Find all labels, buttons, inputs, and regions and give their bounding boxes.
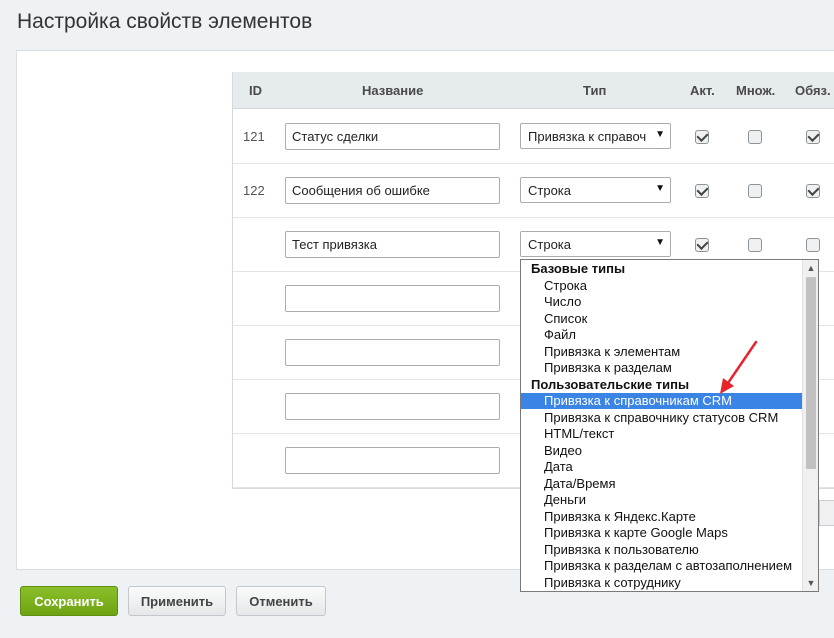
dropdown-option[interactable]: Деньги (521, 492, 803, 508)
property-type-select[interactable]: Строка ▼ (520, 177, 671, 203)
dropdown-option[interactable]: Число (521, 294, 803, 310)
dropdown-group-label: Базовые типы (531, 261, 626, 276)
header-active: Акт. (690, 83, 715, 98)
table-row: 122 Сообщения об ошибке Строка ▼ (233, 164, 834, 218)
property-name-input[interactable]: Статус сделки (285, 123, 500, 150)
chevron-down-icon: ▼ (655, 237, 665, 248)
dropdown-option[interactable]: HTML/текст (521, 426, 803, 442)
property-name-input[interactable]: Сообщения об ошибке (285, 177, 500, 204)
property-type-value: Строка (528, 183, 572, 198)
dropdown-option[interactable]: Дата (521, 459, 803, 475)
header-name: Название (362, 83, 424, 98)
dropdown-group-label: Пользовательские типы (531, 377, 690, 392)
scroll-thumb[interactable] (806, 277, 816, 469)
property-name-input[interactable] (285, 393, 500, 420)
apply-button[interactable]: Применить (128, 586, 226, 616)
dropdown-option[interactable]: Привязка к карте Google Maps (521, 525, 803, 541)
multiple-checkbox[interactable] (748, 184, 762, 198)
dropdown-option[interactable]: Привязка к элементам (521, 344, 803, 360)
dropdown-option[interactable]: Видео (521, 443, 803, 459)
table-header: ID Название Тип Акт. Множ. Обяз. (233, 72, 834, 109)
required-checkbox[interactable] (806, 130, 820, 144)
property-type-value: Строка (528, 237, 572, 252)
scroll-down-icon[interactable]: ▼ (803, 575, 818, 591)
property-name-input[interactable] (285, 285, 500, 312)
multiple-checkbox[interactable] (748, 238, 762, 252)
property-type-select[interactable]: Привязка к справоч ▼ (520, 123, 671, 149)
chevron-down-icon: ▼ (655, 129, 665, 140)
property-type-value: Привязка к справоч (528, 129, 647, 144)
header-required: Обяз. (795, 83, 831, 98)
active-checkbox[interactable] (695, 238, 709, 252)
chevron-down-icon: ▼ (655, 183, 665, 194)
dropdown-option[interactable]: Дата/Время (521, 476, 803, 492)
dropdown-scrollbar[interactable]: ▲ ▼ (802, 260, 818, 591)
dropdown-option[interactable]: Привязка к пользователю (521, 542, 803, 558)
dropdown-option[interactable]: Список (521, 311, 803, 327)
type-dropdown-list[interactable]: Базовые типы Строка Число Список Файл Привязк… (520, 259, 819, 592)
active-checkbox[interactable] (695, 184, 709, 198)
required-checkbox[interactable] (806, 238, 820, 252)
dropdown-option[interactable]: Привязка к разделам с автозаполнением (521, 558, 803, 574)
active-checkbox[interactable] (695, 130, 709, 144)
multiple-checkbox[interactable] (748, 130, 762, 144)
header-type: Тип (583, 83, 607, 98)
page-title: Настройка свойств элементов (17, 10, 313, 33)
scroll-up-icon[interactable]: ▲ (803, 260, 818, 276)
property-type-select[interactable]: Строка ▼ (520, 231, 671, 257)
row-id: 121 (243, 129, 265, 144)
property-name-input[interactable] (285, 447, 500, 474)
dropdown-option[interactable]: Привязка к справочникам CRM (521, 393, 803, 409)
row-id: 122 (243, 183, 265, 198)
required-checkbox[interactable] (806, 184, 820, 198)
dropdown-option[interactable]: Привязка к справочнику статусов CRM (521, 410, 803, 426)
dropdown-option[interactable]: Привязка к Яндекс.Карте (521, 509, 803, 525)
dropdown-option[interactable]: Строка (521, 278, 803, 294)
dropdown-option[interactable]: Файл (521, 327, 803, 343)
cancel-button[interactable]: Отменить (236, 586, 326, 616)
hidden-button-edge[interactable] (819, 500, 834, 526)
table-row: 121 Статус сделки Привязка к справоч ▼ (233, 110, 834, 164)
dropdown-option[interactable]: Привязка к разделам (521, 360, 803, 376)
save-button[interactable]: Сохранить (20, 586, 118, 616)
property-name-input[interactable]: Тест привязка (285, 231, 500, 258)
dropdown-option[interactable]: Привязка к сотруднику (521, 575, 803, 591)
header-multiple: Множ. (736, 83, 776, 98)
header-id: ID (249, 83, 262, 98)
property-name-input[interactable] (285, 339, 500, 366)
